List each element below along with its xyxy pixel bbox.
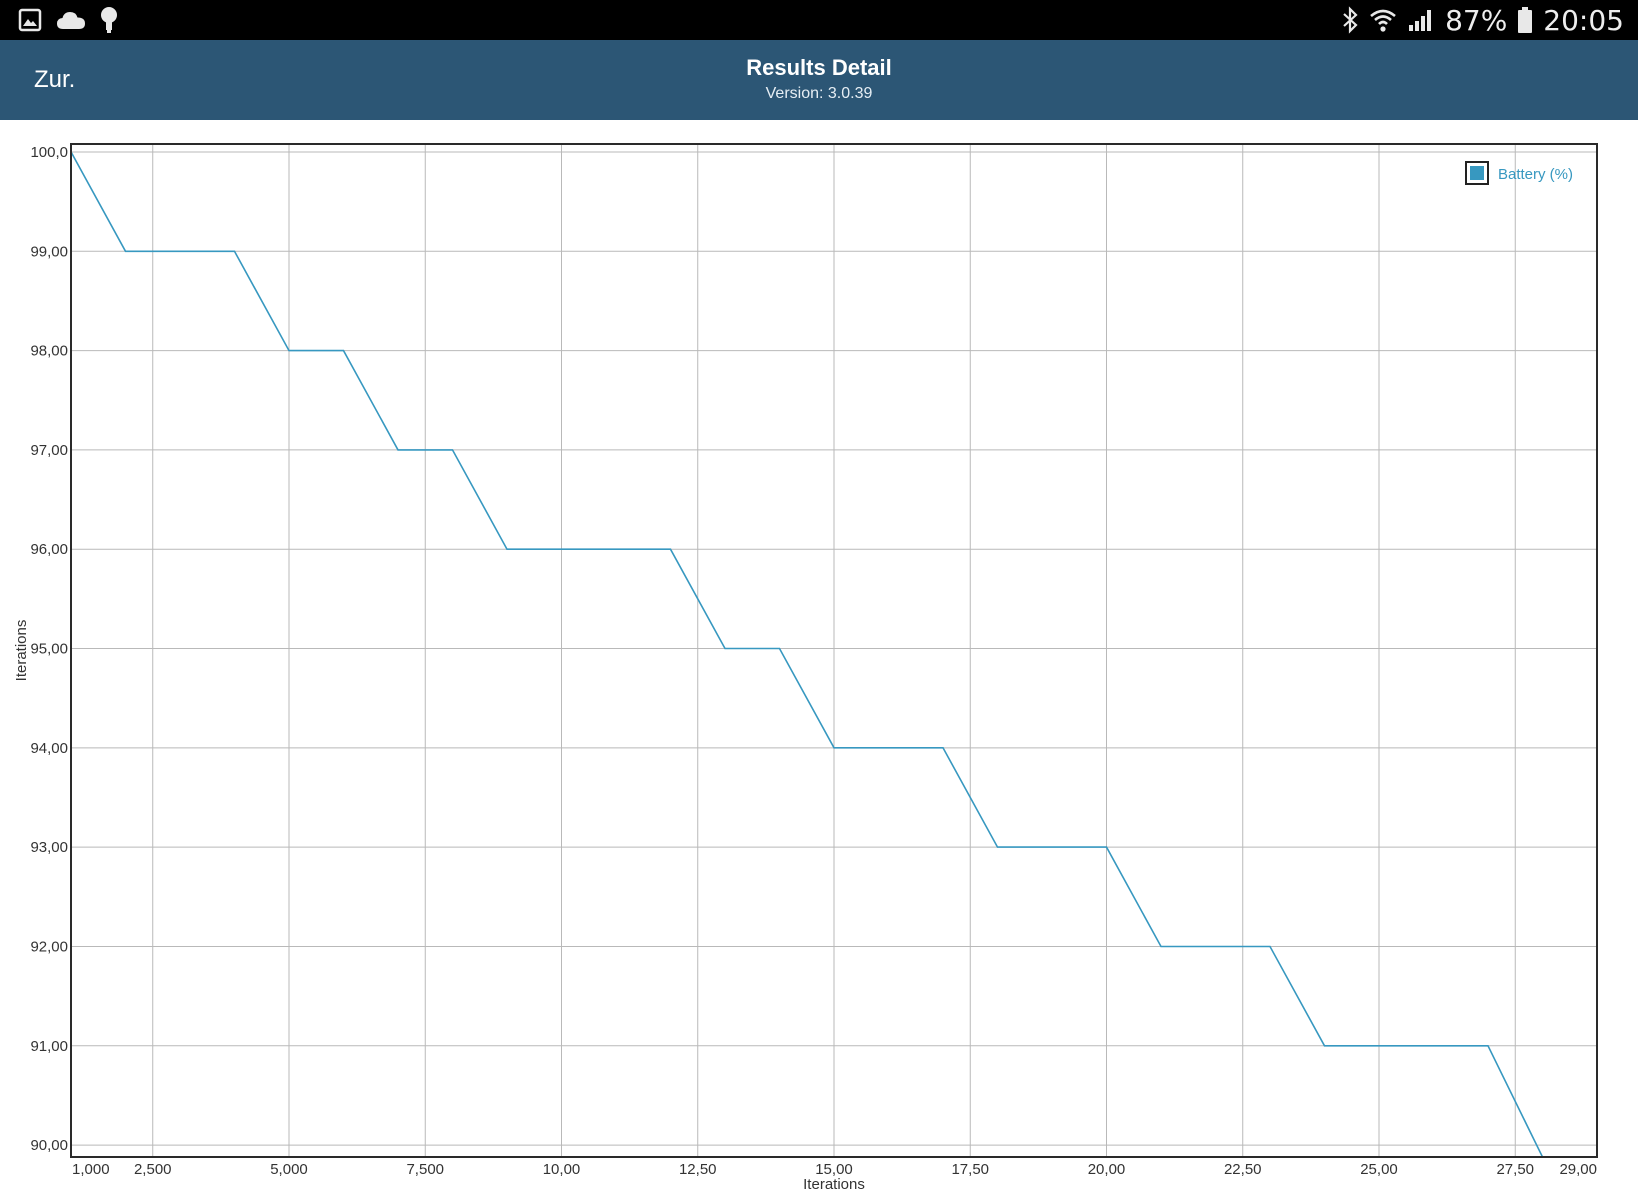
x-tick-label: 27,50 (1496, 1161, 1534, 1178)
notification-icons (18, 0, 118, 40)
x-tick-label: 29,00 (1559, 1161, 1597, 1178)
x-tick-label: 10,00 (543, 1161, 581, 1178)
legend-label: Battery (%) (1498, 166, 1573, 183)
x-tick-label: 12,50 (679, 1161, 717, 1178)
y-tick-label: 91,00 (30, 1038, 68, 1055)
legend-swatch (1470, 166, 1484, 180)
x-tick-label: 17,50 (951, 1161, 989, 1178)
page-title: Results Detail (746, 55, 892, 80)
y-tick-label: 92,00 (30, 938, 68, 955)
x-tick-label: 20,00 (1088, 1161, 1126, 1178)
y-tick-label: 98,00 (30, 343, 68, 360)
x-axis-label: Iterations (803, 1176, 865, 1193)
x-tick-label: 25,00 (1360, 1161, 1398, 1178)
y-tick-label: 95,00 (30, 641, 68, 658)
title-block: Results Detail Version: 3.0.39 (0, 55, 1638, 103)
status-bar: 87% 20:05 (0, 0, 1638, 40)
results-chart: 1,000 2,500 5,000 7,500 10,00 12,50 15,00 17,50… (13, 143, 1598, 1193)
lightbulb-icon (100, 6, 118, 34)
y-tick-label: 94,00 (30, 740, 68, 757)
wifi-icon (1369, 7, 1397, 33)
x-tick-label: 1,000 (72, 1161, 110, 1178)
x-tick-label: 7,500 (406, 1161, 444, 1178)
x-tick-label: 2,500 (134, 1161, 172, 1178)
y-axis-label: Iterations (13, 620, 30, 682)
y-tick-label: 100,0 (30, 144, 68, 161)
battery-percentage: 87% (1445, 3, 1508, 37)
signal-icon (1407, 7, 1435, 33)
x-tick-label: 5,000 (270, 1161, 308, 1178)
gallery-icon (18, 8, 42, 32)
y-tick-label: 97,00 (30, 442, 68, 459)
cloud-icon (56, 9, 86, 31)
clock: 20:05 (1543, 3, 1624, 37)
y-tick-label: 90,00 (30, 1137, 68, 1154)
y-tick-label: 93,00 (30, 839, 68, 856)
x-tick-label: 22,50 (1224, 1161, 1262, 1178)
bluetooth-icon (1341, 6, 1359, 34)
version-label: Version: 3.0.39 (765, 85, 873, 102)
battery-icon (1517, 6, 1533, 34)
app-bar: Zur. Results Detail Version: 3.0.39 (0, 40, 1638, 120)
y-tick-label: 96,00 (30, 541, 68, 558)
system-status: 87% 20:05 (1341, 0, 1624, 40)
y-tick-label: 99,00 (30, 243, 68, 260)
